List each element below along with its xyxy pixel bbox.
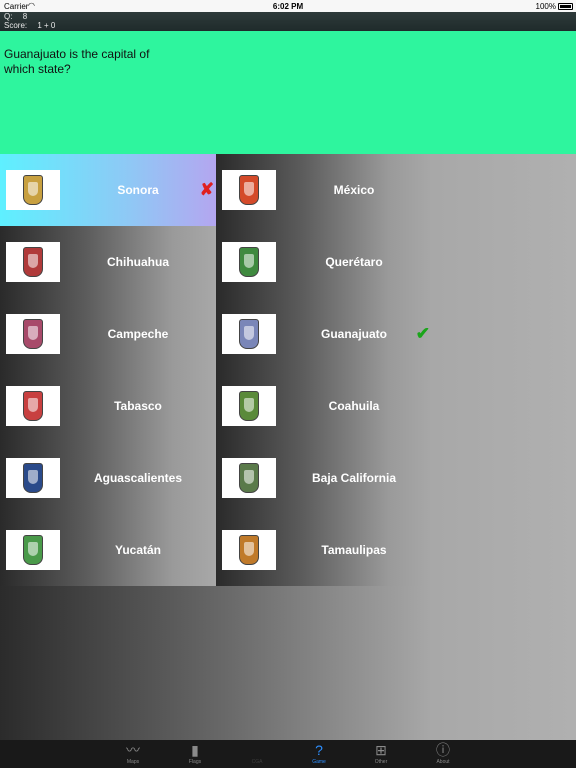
answer-button[interactable]: Coahuila — [216, 370, 432, 442]
answer-label: Chihuahua — [107, 255, 169, 269]
question-text: Guanajuato is the capital of which state… — [4, 47, 150, 76]
tab-about[interactable]: ⓘ About — [412, 740, 474, 768]
state-flag — [6, 242, 60, 282]
answer-button[interactable]: Guanajuato ✔ — [216, 298, 432, 370]
answer-label: Sonora — [117, 183, 159, 197]
coat-of-arms-icon — [23, 247, 43, 277]
cga-icon — [226, 741, 288, 759]
tab-cga[interactable]: CGA — [226, 740, 288, 768]
state-flag — [222, 458, 276, 498]
score-display: Score: 1 + 0 — [4, 21, 56, 30]
answer-label: Aguascalientes — [93, 471, 183, 485]
answer-button[interactable]: Querétaro — [216, 226, 432, 298]
answer-button[interactable]: Baja California — [216, 442, 432, 514]
tab-game[interactable]: ? Game — [288, 740, 350, 768]
wrong-mark-icon: ✘ — [199, 180, 214, 199]
grid-icon: ⊞ — [375, 742, 387, 758]
answer-button[interactable]: Aguascalientes — [0, 442, 216, 514]
answer-label: Tamaulipas — [321, 543, 387, 557]
coat-of-arms-icon — [23, 391, 43, 421]
state-flag — [6, 386, 60, 426]
coat-of-arms-icon — [239, 535, 259, 565]
tab-label: Flags — [188, 759, 202, 765]
status-time: 6:02 PM — [272, 2, 304, 11]
tab-other[interactable]: ⊞ Other — [350, 740, 412, 768]
answer-label: Campeche — [107, 327, 169, 341]
tab-maps[interactable]: 〰 Maps — [102, 740, 164, 768]
status-bar: Carrier ◠ 6:02 PM 100% — [0, 0, 576, 12]
coat-of-arms-icon — [23, 319, 43, 349]
answer-label: Yucatán — [114, 543, 162, 557]
answer-label: Guanajuato — [320, 327, 387, 341]
answer-label: Coahuila — [328, 399, 380, 413]
coat-of-arms-icon — [239, 319, 259, 349]
battery-percentage: 100% — [535, 2, 556, 11]
coat-of-arms-icon — [23, 535, 43, 565]
answer-button[interactable]: Campeche — [0, 298, 216, 370]
check-mark-icon: ✔ — [415, 324, 430, 343]
state-flag — [6, 530, 60, 570]
tab-bar: 〰 Maps ▮ Flags CGA? Game ⊞ Other ⓘ About — [0, 740, 576, 768]
flag-book-icon: ▮ — [191, 742, 199, 758]
tab-label: Maps — [126, 759, 140, 765]
score-bar: Q: 8 Score: 1 + 0 — [0, 12, 576, 31]
info-icon: ⓘ — [436, 742, 450, 758]
tab-label: About — [436, 759, 450, 765]
answer-label: Querétaro — [325, 255, 383, 269]
state-flag — [222, 314, 276, 354]
state-flag — [6, 170, 60, 210]
battery-icon — [558, 3, 573, 10]
answer-button[interactable]: Yucatán — [0, 514, 216, 586]
answer-button[interactable]: Tabasco — [0, 370, 216, 442]
coat-of-arms-icon — [239, 463, 259, 493]
answer-label: Tabasco — [114, 399, 162, 413]
question-panel: Guanajuato is the capital of which state… — [0, 31, 576, 154]
coat-of-arms-icon — [239, 175, 259, 205]
score-value: 1 + 0 — [37, 21, 56, 30]
state-flag — [222, 242, 276, 282]
question-icon: ? — [315, 742, 323, 758]
answer-button[interactable]: Chihuahua — [0, 226, 216, 298]
state-flag — [6, 314, 60, 354]
coat-of-arms-icon — [23, 175, 43, 205]
coat-of-arms-icon — [239, 247, 259, 277]
answer-button[interactable]: Tamaulipas — [216, 514, 432, 586]
state-flag — [6, 458, 60, 498]
coat-of-arms-icon — [239, 391, 259, 421]
tab-label: Other — [374, 759, 388, 765]
coat-of-arms-icon — [23, 463, 43, 493]
answer-grid: Sonora ✘ México Chihuahua Querétaro Campeche G… — [0, 154, 432, 586]
state-flag — [222, 530, 276, 570]
question-number: 8 — [22, 12, 28, 21]
tab-label: CGA — [251, 759, 263, 765]
tab-flags[interactable]: ▮ Flags — [164, 740, 226, 768]
question-counter: Q: 8 — [4, 12, 28, 21]
map-icon: 〰 — [126, 742, 140, 758]
tab-label: Game — [312, 759, 326, 765]
state-flag — [222, 170, 276, 210]
answer-label: Baja California — [311, 471, 397, 485]
state-flag — [222, 386, 276, 426]
answer-button[interactable]: Sonora ✘ — [0, 154, 216, 226]
answer-label: México — [333, 183, 375, 197]
answer-button[interactable]: México — [216, 154, 432, 226]
